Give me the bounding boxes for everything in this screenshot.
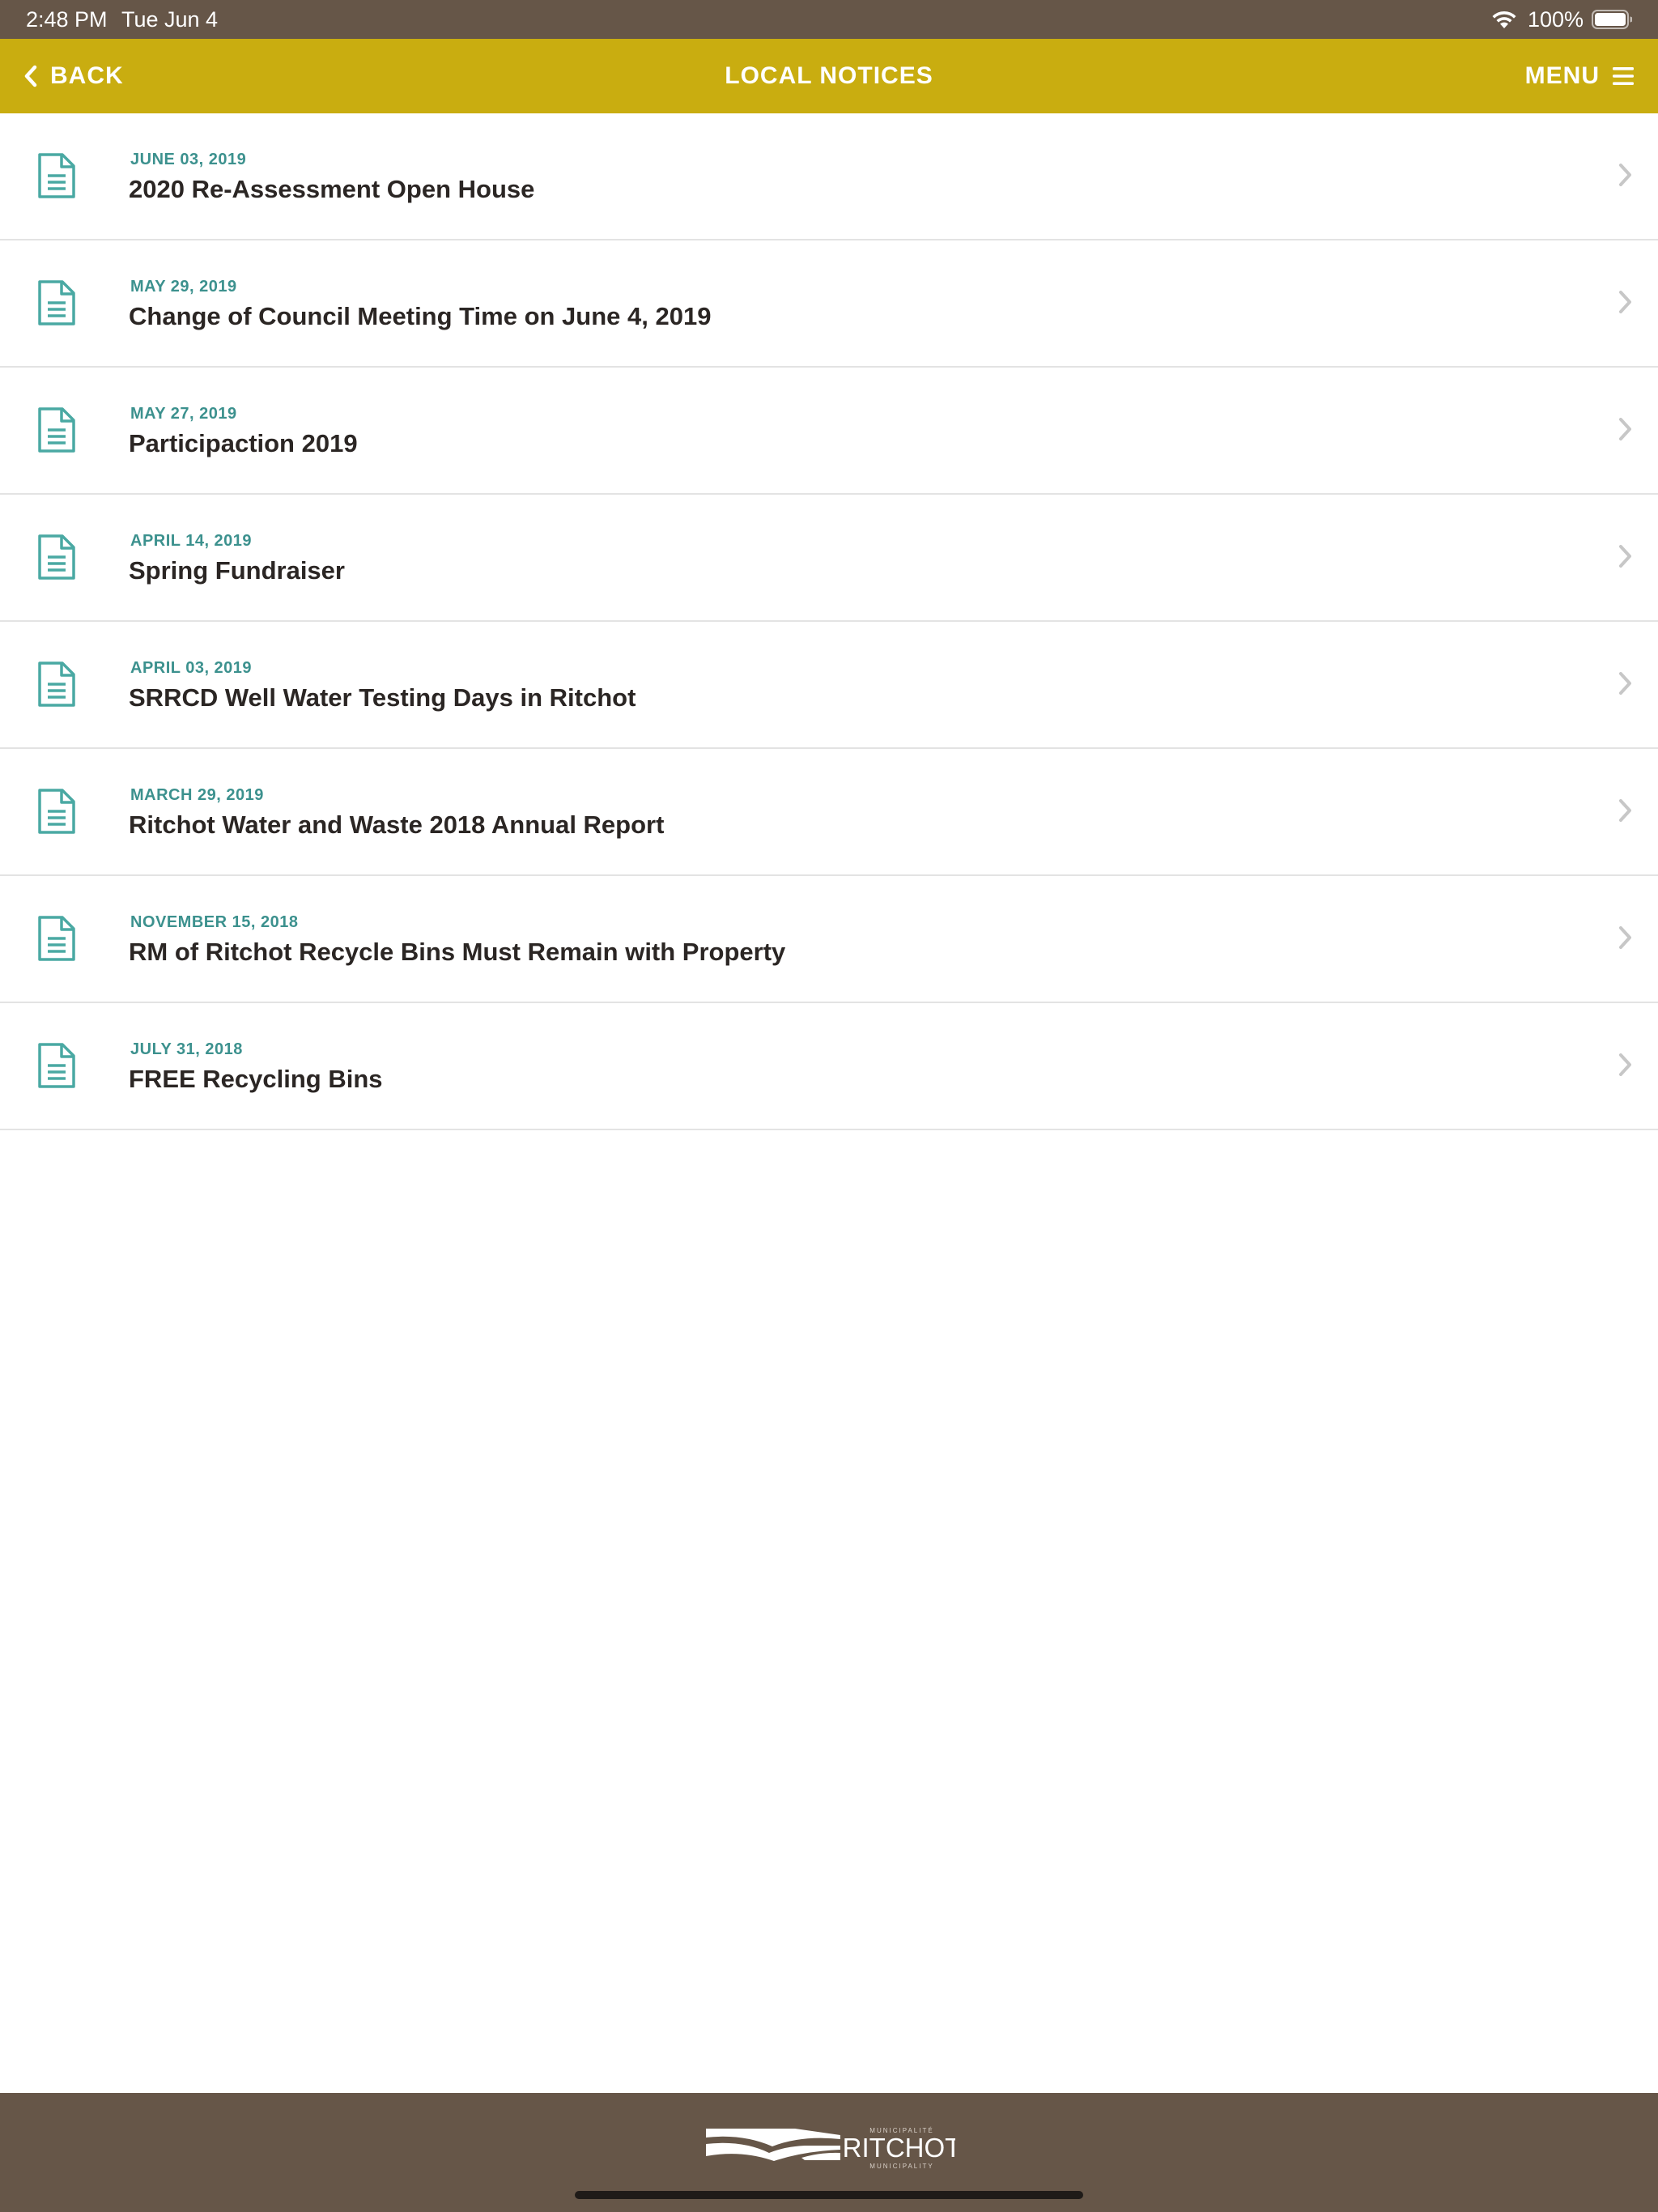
notice-title: Spring Fundraiser — [129, 556, 345, 585]
chevron-right-icon — [1619, 418, 1631, 440]
wifi-icon — [1492, 11, 1516, 28]
chevron-right-icon — [1619, 545, 1631, 568]
chevron-right-icon — [1619, 672, 1631, 695]
document-icon — [38, 789, 75, 834]
document-icon — [38, 280, 75, 325]
notice-list-item[interactable]: NOVEMBER 15, 2018 RM of Ritchot Recycle … — [0, 876, 1658, 1003]
document-icon — [38, 153, 75, 198]
status-date: Tue Jun 4 — [121, 7, 219, 32]
notice-list-item[interactable]: APRIL 14, 2019 Spring Fundraiser — [0, 495, 1658, 622]
notice-date: JUNE 03, 2019 — [130, 151, 247, 168]
chevron-left-icon — [24, 65, 37, 87]
document-icon — [38, 1043, 75, 1088]
notice-list-item[interactable]: MAY 29, 2019 Change of Council Meeting T… — [0, 240, 1658, 368]
hamburger-icon — [1613, 67, 1634, 85]
notice-title: 2020 Re-Assessment Open House — [129, 175, 535, 203]
notice-list-item[interactable]: APRIL 03, 2019 SRRCD Well Water Testing … — [0, 622, 1658, 749]
footer: MUNICIPALITÉ RITCHOT MUNICIPALITY — [0, 2093, 1658, 2212]
back-label: BACK — [50, 62, 124, 89]
status-indicators: 100% — [1490, 0, 1632, 39]
notice-list-item[interactable]: JUNE 03, 2019 2020 Re-Assessment Open Ho… — [0, 113, 1658, 240]
logo-name-text: RITCHOT — [843, 2133, 955, 2163]
document-icon — [38, 661, 75, 707]
notice-date: MARCH 29, 2019 — [130, 786, 264, 804]
page-title: LOCAL NOTICES — [725, 62, 933, 89]
notice-date: MAY 29, 2019 — [130, 278, 237, 296]
notice-date: APRIL 14, 2019 — [130, 532, 253, 550]
menu-label: MENU — [1524, 62, 1600, 89]
notice-date: MAY 27, 2019 — [130, 405, 237, 423]
notice-date: APRIL 03, 2019 — [130, 659, 253, 677]
notice-title: SRRCD Well Water Testing Days in Ritchot — [129, 683, 636, 712]
back-button[interactable]: BACK — [23, 39, 124, 113]
battery-icon — [1592, 10, 1632, 29]
menu-button[interactable]: MENU — [1525, 39, 1634, 113]
notice-title: Change of Council Meeting Time on June 4… — [129, 302, 712, 330]
notice-title: Participaction 2019 — [129, 429, 358, 457]
battery-percentage: 100% — [1527, 7, 1584, 32]
notice-title: Ritchot Water and Waste 2018 Annual Repo… — [129, 810, 665, 839]
chevron-right-icon — [1619, 291, 1631, 313]
chevron-right-icon — [1619, 164, 1631, 186]
chevron-right-icon — [1619, 1053, 1631, 1076]
nav-bar: LOCAL NOTICES BACK MENU — [0, 39, 1658, 113]
notice-title: RM of Ritchot Recycle Bins Must Remain w… — [129, 938, 786, 966]
chevron-right-icon — [1619, 926, 1631, 949]
document-icon — [38, 534, 75, 580]
status-bar: 2:48 PM Tue Jun 4 100% — [0, 0, 1658, 39]
status-time: 2:48 PM — [26, 7, 108, 32]
chevron-right-icon — [1619, 799, 1631, 822]
notice-list: JUNE 03, 2019 2020 Re-Assessment Open Ho… — [0, 113, 1658, 1130]
notice-date: NOVEMBER 15, 2018 — [130, 913, 299, 931]
notice-list-item[interactable]: MAY 27, 2019 Participaction 2019 — [0, 368, 1658, 495]
page: 2:48 PM Tue Jun 4 100% LOCAL NOTICES BAC… — [0, 0, 1658, 2212]
document-icon — [38, 916, 75, 961]
ritchot-logo: MUNICIPALITÉ RITCHOT MUNICIPALITY — [706, 2127, 955, 2170]
home-indicator[interactable] — [575, 2191, 1083, 2199]
notice-list-item[interactable]: MARCH 29, 2019 Ritchot Water and Waste 2… — [0, 749, 1658, 876]
notice-date: JULY 31, 2018 — [130, 1040, 243, 1058]
notice-title: FREE Recycling Bins — [129, 1065, 383, 1093]
logo-bottom-text: MUNICIPALITY — [869, 2163, 933, 2170]
notice-list-item[interactable]: JULY 31, 2018 FREE Recycling Bins — [0, 1003, 1658, 1130]
document-icon — [38, 407, 75, 453]
